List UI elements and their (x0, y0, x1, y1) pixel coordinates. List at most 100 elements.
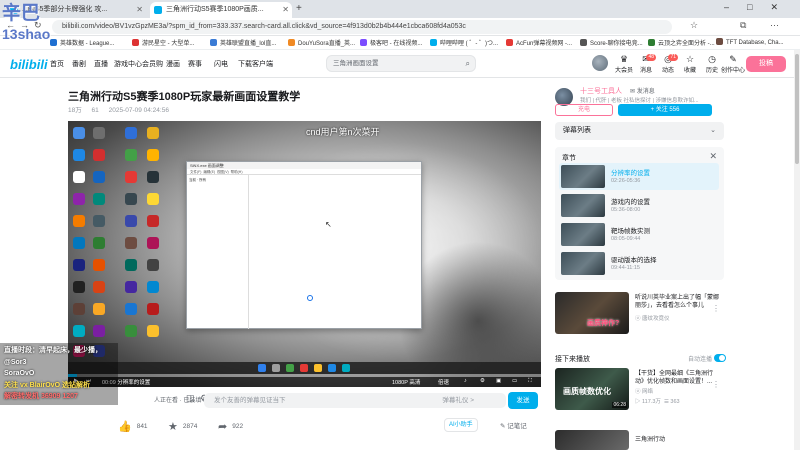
danmaku-toggle-icon[interactable]: ◫ (186, 393, 195, 404)
desktop-icon (72, 259, 86, 271)
bookmark-item[interactable]: 哔哩哔哩 ( ゜- ゜)つ... (430, 38, 498, 47)
desktop-icon (146, 193, 160, 205)
danmaku-etiquette-link[interactable]: 弹幕礼仪 > (442, 393, 474, 408)
recommend-card[interactable]: 三角洲行动 (555, 430, 724, 450)
nav-download-client[interactable]: 下载客户端 (238, 59, 273, 69)
search-icon[interactable]: ⌕ (466, 56, 470, 71)
nav-live[interactable]: 直播 (94, 59, 108, 69)
tab-close-icon[interactable]: ✕ (136, 2, 143, 18)
desktop-icon (92, 325, 106, 337)
bilibili-logo[interactable]: bilibili (10, 57, 48, 72)
desktop-icon (92, 193, 106, 205)
window-controls[interactable]: –□✕ (724, 2, 796, 13)
fullscreen-icon[interactable]: ⛶ (528, 378, 532, 385)
coin-button[interactable]: ★ 2874 (168, 420, 197, 433)
bookmark-label: AcFun弹幕视频网 -... (516, 41, 573, 47)
tab-close-icon[interactable]: ✕ (282, 2, 289, 18)
danmaku-list-dropdown[interactable]: 弹幕列表 ⌄ (555, 122, 724, 140)
nav-home[interactable]: 首页 (50, 59, 64, 69)
recommend-card[interactable]: 画质帧数优化 06:28 【干货】全网最细《三角洲行动》优化帧数和画面设置！..… (555, 368, 724, 412)
chapter-item[interactable]: 游戏内的设置 05:36-08:00 (559, 192, 719, 219)
user-avatar[interactable] (592, 55, 608, 71)
nav-anime[interactable]: 番剧 (72, 59, 86, 69)
more-options-icon[interactable]: ⋮ (712, 380, 720, 389)
header-creation[interactable]: ✎ 创作中心 (720, 54, 746, 74)
close-icon[interactable]: ✕ (709, 151, 717, 162)
desktop-icon (124, 237, 138, 249)
charge-button[interactable]: 充电 (555, 104, 613, 116)
uploader-name[interactable]: 十三号工具人 (580, 86, 622, 96)
taskbar-app-icon (300, 364, 308, 372)
search-input[interactable]: 三角洲画面设置 ⌕ (326, 55, 476, 72)
video-player[interactable]: cnd用户第n次菜开 SiNX.exe 画面调整 文件(F) 编辑(E) 视图(… (68, 121, 541, 387)
bookmark-label: 游民星空 - 大型单... (142, 41, 195, 47)
bookmark-label: TFT Database, Cha... (726, 40, 784, 46)
chapter-item[interactable]: 分辨率的设置 02:26-05:36 (559, 163, 719, 190)
more-options-icon[interactable]: ⋮ (712, 304, 720, 313)
chapter-item[interactable]: 靶场帧数实测 08:05-09:44 (559, 221, 719, 248)
danmaku-send-button[interactable]: 发送 (508, 392, 538, 409)
recommend-card[interactable]: 画质神作? 听说川英毕业案上出了幅「蒙娜丽莎」，去看看怎么个事儿 ⓤ 唐纹攻竟仪… (555, 292, 724, 336)
menu-icon[interactable]: ⋯ (770, 20, 779, 31)
nav-esports[interactable]: 赛事 (188, 59, 202, 69)
new-tab-icon[interactable]: + (296, 3, 302, 14)
recommend-thumbnail: 画质神作? (555, 292, 629, 334)
thumbnail-text: 画质神作? (587, 320, 620, 327)
upload-button[interactable]: 投稿 (746, 56, 786, 72)
recorded-taskbar (68, 362, 541, 374)
recommend-views: 117.3万 (642, 399, 661, 405)
page-scrollbar[interactable] (794, 50, 800, 450)
widescreen-icon[interactable]: ▭ (512, 378, 517, 384)
nav-mall[interactable]: 会员购 (142, 59, 163, 69)
follow-button[interactable]: + 关注 556 (618, 104, 712, 116)
speed-selector[interactable]: 倍速 (438, 378, 449, 386)
chapter-item[interactable]: 驱动版本的选择 09:44-11:15 (559, 250, 719, 277)
bookmark-item[interactable]: 游民星空 - 大型单... (132, 38, 194, 47)
nav-game[interactable]: 游戏中心 (114, 59, 142, 69)
bookmark-item[interactable]: 云顶之弈全面分析 -... (648, 38, 715, 47)
recommend-uploader-name: 网络 (642, 389, 654, 395)
autoplay-toggle[interactable] (714, 354, 726, 362)
bookmark-item[interactable]: 英雄联盟直播_lol直... (210, 38, 276, 47)
scrollbar-thumb[interactable] (795, 54, 799, 164)
toggle-knob (719, 355, 725, 361)
desktop-icon (92, 127, 106, 139)
nav-flash[interactable]: 闪电 (214, 59, 228, 69)
bookmark-item[interactable]: 英雄数据 - League... (50, 38, 114, 47)
volume-icon[interactable]: ♪ (464, 378, 467, 384)
nav-manga[interactable]: 漫画 (166, 59, 180, 69)
bookmark-item[interactable]: Score-聊你接电竞... (580, 38, 643, 47)
bookmark-label: Score-聊你接电竞... (590, 41, 643, 47)
chapter-name: 驱动版本的选择 (611, 257, 657, 264)
recommend-thumbnail (555, 430, 629, 450)
header-favorites[interactable]: ☆ 收藏 (678, 54, 702, 74)
stream-line: 解密转发机 36909 1207 (4, 393, 78, 400)
app-window-row: 当前 · 所有 (189, 178, 207, 182)
notes-button[interactable]: ✎ 记笔记 (500, 420, 527, 430)
like-button[interactable]: 👍 841 (118, 420, 148, 433)
star-icon[interactable]: ☆ (690, 20, 698, 31)
danmaku-input[interactable]: 发个友善的弹幕见证当下 弹幕礼仪 > (204, 393, 506, 408)
bookmark-item[interactable]: AcFun弹幕视频网 -... (506, 38, 572, 47)
browser-tab-active[interactable]: 三角洲行动S5赛季1080P画质... ✕ (150, 2, 292, 18)
chapter-thumbnail (561, 252, 605, 275)
bookmark-item[interactable]: TFT Database, Cha... (716, 38, 784, 46)
ai-assistant-button[interactable]: AI小助手 (444, 418, 478, 432)
desktop-icon (92, 281, 106, 293)
url-input[interactable]: bilibili.com/video/BV1vzGpzME3a/?spm_id_… (52, 20, 672, 34)
header-member[interactable]: ♛ 大会员 (612, 54, 636, 74)
share-button[interactable]: ➦ 922 (218, 420, 243, 433)
settings-icon[interactable]: ⚙ (480, 378, 485, 384)
bookmark-label: 哔哩哔哩 ( ゜- ゜)つ... (440, 41, 498, 47)
danmaku-count: 61 (91, 107, 99, 114)
creation-icon: ✎ (729, 54, 737, 64)
loading-spinner-icon (307, 295, 313, 301)
pip-icon[interactable]: ▣ (496, 378, 501, 384)
header-messages[interactable]: ✉消息48 (634, 54, 658, 74)
quality-selector[interactable]: 1080P 高清 (392, 378, 420, 386)
send-message-link[interactable]: ✉ 发消息 (630, 86, 655, 95)
header-dynamic[interactable]: ◎动态71 (656, 54, 680, 74)
bookmark-item[interactable]: 极客吧 - 在线视频... (360, 38, 422, 47)
extensions-icon[interactable]: ⧉ (740, 20, 746, 31)
bookmark-item[interactable]: DouYuSora直播_英... (288, 38, 355, 47)
